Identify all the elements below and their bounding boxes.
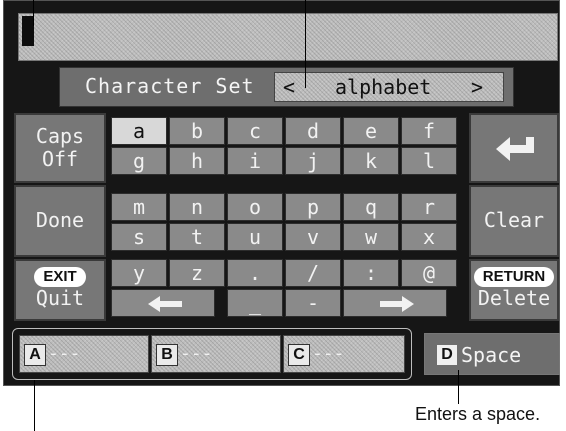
key-w[interactable]: w	[343, 223, 399, 251]
done-label: Done	[35, 208, 85, 232]
space-label: Space	[461, 343, 522, 367]
key-at[interactable]: @	[401, 259, 457, 287]
key-f[interactable]: f	[401, 117, 457, 145]
key-o[interactable]: o	[227, 193, 283, 221]
arrow-right-icon	[380, 296, 414, 312]
charset-prev-arrow[interactable]: <	[283, 75, 295, 99]
space-caption: Enters a space.	[415, 404, 541, 424]
callout-line-space	[458, 370, 459, 404]
key-z[interactable]: z	[169, 259, 225, 287]
key-j[interactable]: j	[285, 147, 341, 175]
callout-line-cursor	[33, 0, 34, 26]
preset-slot-b[interactable]: B ---	[151, 335, 281, 373]
key-hyphen[interactable]: -	[285, 289, 341, 317]
clear-label: Clear	[483, 208, 545, 232]
enter-button[interactable]	[469, 113, 559, 183]
key-c[interactable]: c	[227, 117, 283, 145]
arrow-left-icon	[148, 296, 182, 312]
character-set-row: Character Set < alphabet >	[59, 67, 514, 107]
key-v[interactable]: v	[285, 223, 341, 251]
slot-c-text: ---	[312, 343, 345, 364]
callout-line-charset	[305, 0, 306, 88]
cursor-left-button[interactable]	[111, 289, 215, 317]
key-period[interactable]: .	[227, 259, 283, 287]
key-b[interactable]: b	[169, 117, 225, 145]
character-set-selector[interactable]: < alphabet >	[274, 72, 504, 102]
key-i[interactable]: i	[227, 147, 283, 175]
key-x[interactable]: x	[401, 223, 457, 251]
caps-label: Caps	[35, 124, 85, 148]
space-button[interactable]: D Space	[424, 333, 560, 375]
character-set-label: Character Set	[85, 74, 255, 98]
text-input-field[interactable]	[18, 13, 558, 61]
keyboard-screen: Character Set < alphabet > Caps Off Done…	[3, 0, 560, 386]
delete-button[interactable]: RETURN Delete	[469, 259, 559, 321]
key-r[interactable]: r	[401, 193, 457, 221]
clear-button[interactable]: Clear	[469, 185, 559, 257]
cursor-right-button[interactable]	[343, 289, 447, 317]
key-colon[interactable]: :	[343, 259, 399, 287]
slot-c-key: C	[288, 344, 310, 366]
key-t[interactable]: t	[169, 223, 225, 251]
quit-button[interactable]: EXIT Quit	[14, 259, 106, 321]
key-h[interactable]: h	[169, 147, 225, 175]
key-l[interactable]: l	[401, 147, 457, 175]
key-e[interactable]: e	[343, 117, 399, 145]
charset-value: alphabet	[335, 75, 432, 99]
caps-button[interactable]: Caps Off	[14, 113, 106, 183]
slot-a-text: ---	[48, 343, 81, 364]
preset-slot-a[interactable]: A ---	[19, 335, 149, 373]
preset-slot-c[interactable]: C ---	[283, 335, 405, 373]
preset-slots-group: A --- B --- C ---	[12, 328, 412, 380]
return-badge: RETURN	[473, 267, 555, 287]
exit-badge: EXIT	[34, 267, 86, 287]
slot-a-key: A	[24, 344, 46, 366]
key-n[interactable]: n	[169, 193, 225, 221]
space-key-badge: D	[437, 345, 457, 365]
delete-label: Delete	[477, 286, 551, 310]
callout-line-presets	[34, 380, 35, 431]
key-a[interactable]: a	[111, 117, 167, 145]
key-u[interactable]: u	[227, 223, 283, 251]
key-k[interactable]: k	[343, 147, 399, 175]
quit-label: Quit	[35, 286, 85, 310]
return-arrow-icon	[496, 137, 534, 161]
key-p[interactable]: p	[285, 193, 341, 221]
key-q[interactable]: q	[343, 193, 399, 221]
key-y[interactable]: y	[111, 259, 167, 287]
charset-next-arrow[interactable]: >	[471, 75, 483, 99]
key-s[interactable]: s	[111, 223, 167, 251]
key-g[interactable]: g	[111, 147, 167, 175]
key-d[interactable]: d	[285, 117, 341, 145]
slot-b-text: ---	[180, 343, 213, 364]
key-m[interactable]: m	[111, 193, 167, 221]
key-underscore[interactable]: _	[227, 289, 283, 317]
key-slash[interactable]: /	[285, 259, 341, 287]
caps-state: Off	[41, 147, 79, 171]
done-button[interactable]: Done	[14, 185, 106, 257]
slot-b-key: B	[156, 344, 178, 366]
